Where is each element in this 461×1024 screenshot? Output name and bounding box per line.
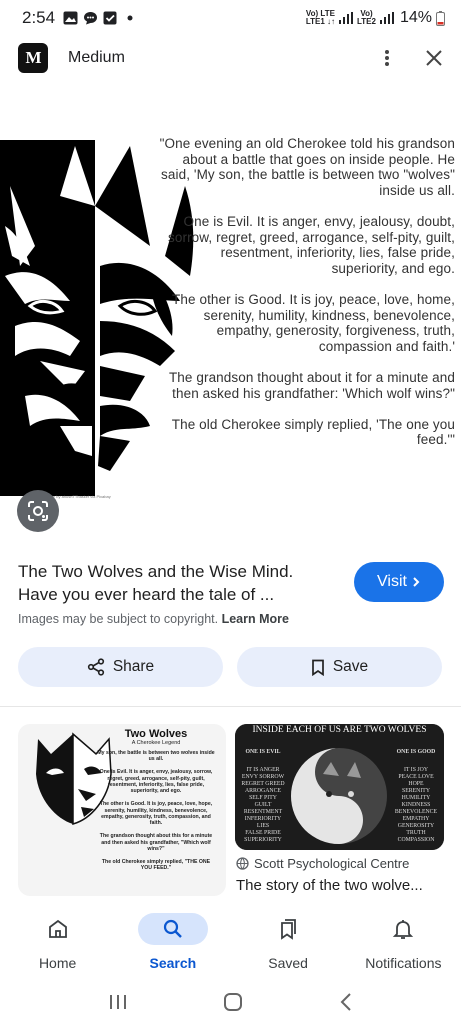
- system-nav: [0, 980, 461, 1024]
- result-title[interactable]: The Two Wolves and the Wise Mind. Have y…: [18, 560, 323, 606]
- checkbox-icon: [103, 11, 117, 25]
- chat-icon: [84, 12, 98, 25]
- bookmarks-icon: [281, 919, 297, 940]
- search-icon: [163, 919, 182, 938]
- save-label: Save: [332, 658, 369, 675]
- more-options-icon[interactable]: [377, 48, 397, 68]
- evil-column: ONE IS EVIL IT IS ANGER ENVY SORROW REGR…: [241, 749, 285, 843]
- signal-icon: [379, 12, 394, 24]
- quote-text: "One evening an old Cherokee told his gr…: [159, 136, 455, 448]
- good-column: ONE IS GOOD IT IS JOY PEACE LOVE HOPE SE…: [394, 749, 438, 843]
- share-icon: [87, 658, 104, 676]
- nav-notifications-label: Notifications: [365, 955, 442, 971]
- related-left-body: My son, the battle is between two wolves…: [97, 750, 215, 872]
- visit-label: Visit: [377, 573, 407, 590]
- related-left-subtitle: A Cherokee Legend: [131, 740, 181, 746]
- back-icon[interactable]: [339, 992, 353, 1012]
- site-name: Medium: [68, 49, 125, 66]
- related-source-name: Scott Psychological Centre: [254, 856, 410, 871]
- chevron-right-icon: [413, 577, 420, 587]
- save-button[interactable]: Save: [237, 647, 442, 687]
- result-header: The Two Wolves and the Wise Mind. Have y…: [18, 560, 446, 606]
- nav-search-label: Search: [149, 955, 197, 971]
- related-right-title[interactable]: The story of the two wolve...: [236, 877, 423, 894]
- bookmark-icon: [311, 659, 324, 676]
- battery-percent: 14%: [399, 9, 432, 26]
- nav-saved-label: Saved: [268, 955, 308, 971]
- nav-home[interactable]: Home: [0, 905, 115, 977]
- close-icon[interactable]: [425, 49, 443, 67]
- globe-icon: [236, 857, 249, 870]
- home-button-icon[interactable]: [223, 992, 243, 1012]
- gallery-icon: [63, 11, 78, 25]
- network-1-label: Vo) LTE LTE1 ↓↑: [305, 9, 335, 26]
- related-left-title: Two Wolves: [124, 728, 188, 740]
- learn-more-link[interactable]: Learn More: [222, 612, 289, 626]
- network-2-label: Vo) LTE2: [357, 9, 376, 26]
- battery-icon: [436, 10, 445, 26]
- share-button[interactable]: Share: [18, 647, 223, 687]
- bottom-nav: Home Search Saved Notifications: [0, 905, 461, 977]
- nav-saved[interactable]: Saved: [231, 905, 346, 977]
- recent-apps-icon[interactable]: [108, 993, 128, 1011]
- lens-icon: [28, 501, 48, 521]
- dot-icon: [127, 15, 133, 21]
- signal-icon: [339, 12, 353, 24]
- related-image-inside-each[interactable]: INSIDE EACH OF US ARE TWO WOLVES ONE IS …: [235, 724, 444, 850]
- home-icon: [48, 919, 67, 938]
- medium-logo: M: [18, 43, 48, 73]
- nav-home-label: Home: [38, 955, 77, 971]
- top-bar: M Medium: [0, 38, 461, 78]
- divider: [0, 706, 461, 707]
- visit-button[interactable]: Visit: [354, 562, 444, 602]
- related-image-two-wolves[interactable]: Two Wolves A Cherokee Legend My son, the…: [18, 724, 226, 896]
- nav-notifications[interactable]: Notifications: [346, 905, 461, 977]
- nav-search[interactable]: Search: [115, 905, 230, 977]
- hero-image[interactable]: "One evening an old Cherokee told his gr…: [0, 126, 461, 506]
- copyright-note: Images may be subject to copyright. Lear…: [18, 612, 289, 626]
- related-source: Scott Psychological Centre: [236, 856, 409, 871]
- related-right-header: INSIDE EACH OF US ARE TWO WOLVES: [252, 725, 427, 735]
- status-bar: 2:54 Vo) LTE LTE1 ↓↑ Vo) LTE2 14%: [0, 0, 461, 36]
- status-time: 2:54: [22, 8, 56, 27]
- share-label: Share: [112, 658, 155, 675]
- bell-icon: [393, 920, 414, 939]
- lens-button[interactable]: [17, 490, 59, 532]
- action-row: Share Save: [18, 647, 442, 687]
